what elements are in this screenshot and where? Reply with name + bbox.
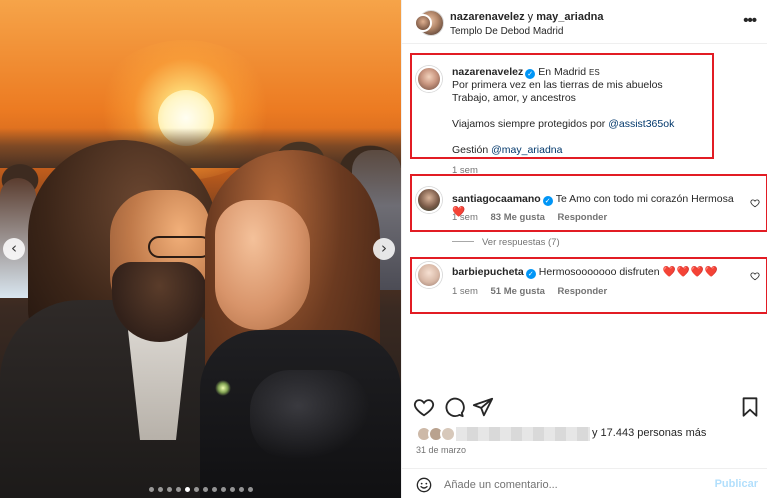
author-username[interactable]: nazarenavelez [450,11,525,23]
comment: barbiepucheta ✓ Hermosooooooo disfruten ❤️… [452,266,742,279]
save-bookmark-icon[interactable] [739,396,761,418]
carousel-dot [166,487,172,492]
avatar[interactable] [416,66,442,92]
like-comment-heart-icon[interactable] [750,271,760,281]
verified-badge-icon: ✓ [525,69,536,79]
caption-line: En Madrid [538,66,587,78]
comment-likes[interactable]: 51 Me gusta [491,286,545,297]
like-comment-heart-icon[interactable] [750,198,760,208]
comment-text: Te Amo con todo mi corazón Hermosa [555,193,734,205]
carousel-dot [175,487,181,492]
flag-emoji: ES [589,68,600,77]
view-replies-label: Ver respuestas (7) [482,237,560,248]
carousel-dot [193,487,199,492]
reply-button[interactable]: Responder [558,286,608,297]
glasses [148,236,212,258]
comment-username[interactable]: santiagocaamano [452,193,541,205]
carousel-dot [247,487,253,492]
post-photo[interactable]: ‹ › [0,0,401,498]
carousel-dot [211,487,217,492]
mention-link[interactable]: @assist365ok [608,118,674,130]
likes-count[interactable]: y 17.443 personas más [592,427,706,439]
carousel-next-button[interactable]: › [373,238,395,260]
caption-line: Gestión [452,144,492,156]
liker-avatars [416,426,456,442]
comment-bubble-icon[interactable] [443,396,465,418]
comment-meta: 1 sem 83 Me gusta Responder [452,212,617,223]
carousel-dot-active [184,487,190,492]
post-actions [402,392,767,422]
view-replies-button[interactable]: Ver respuestas (7) [452,237,560,248]
like-heart-icon[interactable] [413,396,435,418]
lens-flare [215,380,231,396]
replies-divider [452,241,474,242]
carousel-prev-button[interactable]: ‹ [3,238,25,260]
carousel-dot [220,487,226,492]
share-paper-plane-icon[interactable] [472,396,494,418]
comment-input[interactable] [444,476,694,494]
carousel-dot [229,487,235,492]
add-comment-bar: Publicar [402,468,767,498]
caption-username[interactable]: nazarenavelez [452,66,523,78]
post-date: 31 de marzo [416,445,467,455]
carousel-dot [238,487,244,492]
mention-link[interactable]: @may_ariadna [491,144,562,156]
avatar[interactable] [416,262,442,288]
carousel-dots [0,487,401,492]
emoji-icon[interactable] [416,477,432,493]
more-options-icon[interactable]: ••• [743,12,757,29]
post-side-panel: nazarenavelez y may_ariadna Templo De De… [401,0,767,498]
verified-badge-icon: ✓ [525,269,536,279]
avatar[interactable] [414,14,432,32]
caption-line: Por primera vez en las tierras de mis ab… [452,79,663,91]
authors-joiner: y [527,11,534,23]
comment-username[interactable]: barbiepucheta [452,266,524,278]
carousel-dot [202,487,208,492]
reply-button[interactable]: Responder [558,212,608,223]
comment-time: 1 sem [452,212,478,223]
caption-line: Viajamos siempre protegidos por [452,118,609,130]
caption: nazarenavelez ✓ En Madrid ES Por primera v… [452,66,707,157]
carousel-dot [148,487,154,492]
heart-emoji: ❤️❤️❤️❤️ [662,266,719,278]
comment-time: 1 sem [452,286,478,297]
avatar[interactable] [416,187,442,213]
woman-face [215,200,310,330]
avatar [440,426,456,442]
post-header: nazarenavelez y may_ariadna Templo De De… [402,0,767,44]
carousel-dot [157,487,163,492]
jacket-sheen [250,370,370,460]
blurred-liker-name [456,427,590,441]
post-comment-button[interactable]: Publicar [715,478,758,490]
post-authors: nazarenavelez y may_ariadna [450,11,604,23]
comment-text: Hermosooooooo disfruten [538,266,660,278]
verified-badge-icon: ✓ [542,196,553,206]
coauthor-username[interactable]: may_ariadna [536,11,603,23]
comment-meta: 1 sem 51 Me gusta Responder [452,286,617,297]
post-location[interactable]: Templo De Debod Madrid [450,26,563,37]
caption-line: Trabajo, amor, y ancestros [452,92,576,104]
comment-likes[interactable]: 83 Me gusta [491,212,545,223]
likes-summary[interactable]: y 17.443 personas más [412,425,767,445]
